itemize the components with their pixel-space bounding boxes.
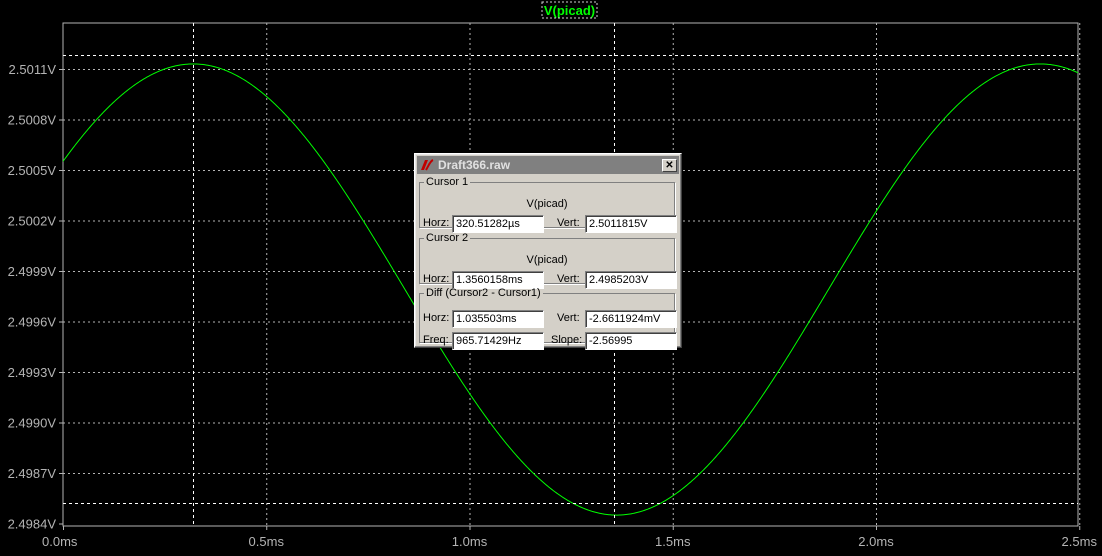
cursor2-horz-label: Horz: bbox=[423, 273, 450, 285]
cursor1-group: Cursor 1 V(picad) Horz: 320.51282µs Vert… bbox=[419, 176, 677, 233]
cursor1-horz-field[interactable]: 320.51282µs bbox=[452, 215, 544, 233]
diff-horz-label: Horz: bbox=[423, 312, 450, 324]
y-tick-label: 2.4984V bbox=[8, 517, 57, 532]
x-tick-label: 2.0ms bbox=[858, 534, 894, 549]
y-tick-label: 2.5005V bbox=[8, 163, 57, 178]
y-tick-label: 2.4999V bbox=[8, 264, 57, 279]
cursor2-trace: V(picad) bbox=[526, 254, 568, 266]
diff-group: Diff (Cursor2 - Cursor1) Horz: 1.035503m… bbox=[419, 287, 677, 350]
y-tick-label: 2.4993V bbox=[8, 365, 57, 380]
x-tick-label: 1.5ms bbox=[655, 534, 691, 549]
diff-slope-label: Slope: bbox=[551, 334, 583, 346]
y-tick-label: 2.4987V bbox=[8, 466, 57, 481]
y-tick-label: 2.5011V bbox=[9, 62, 57, 77]
diff-vert-field[interactable]: -2.6611924mV bbox=[585, 310, 677, 328]
dialog-titlebar[interactable]: Draft366.raw ✕ bbox=[417, 156, 679, 174]
cursor1-trace: V(picad) bbox=[526, 198, 568, 210]
close-button[interactable]: ✕ bbox=[662, 158, 677, 172]
cursor1-horz-label: Horz: bbox=[423, 217, 450, 229]
diff-vert-label: Vert: bbox=[557, 312, 580, 324]
diff-freq-label: Freq: bbox=[423, 334, 449, 346]
y-tick-label: 2.4990V bbox=[8, 416, 57, 431]
diff-slope-field[interactable]: -2.56995 bbox=[585, 332, 677, 350]
y-tick-label: 2.4996V bbox=[8, 315, 57, 330]
y-tick-label: 2.5002V bbox=[8, 214, 57, 229]
cursor1-vert-field[interactable]: 2.5011815V bbox=[585, 215, 677, 233]
x-tick-label: 1.0ms bbox=[452, 534, 488, 549]
dialog-title: Draft366.raw bbox=[438, 158, 511, 172]
cursor2-group: Cursor 2 V(picad) Horz: 1.3560158ms Vert… bbox=[419, 232, 677, 289]
x-tick-label: 2.5ms bbox=[1062, 534, 1098, 549]
cursor2-legend: Cursor 2 bbox=[426, 232, 469, 244]
cursor1-legend: Cursor 1 bbox=[426, 176, 469, 188]
ltspice-logo-icon bbox=[421, 159, 434, 171]
x-tick-label: 0.0ms bbox=[42, 534, 78, 549]
diff-horz-field[interactable]: 1.035503ms bbox=[452, 310, 544, 328]
cursor1-vert-label: Vert: bbox=[557, 217, 580, 229]
cursor-dialog[interactable]: Draft366.raw ✕ Cursor 1 V(picad) Horz: 3… bbox=[414, 153, 682, 350]
cursor2-vert-label: Vert: bbox=[557, 273, 580, 285]
diff-legend: Diff (Cursor2 - Cursor1) bbox=[426, 287, 541, 299]
trace-title-label[interactable]: V(picad) bbox=[541, 1, 598, 19]
diff-freq-field[interactable]: 965.71429Hz bbox=[452, 332, 544, 350]
y-tick-label: 2.5008V bbox=[8, 113, 57, 128]
trace-title: V(picad) bbox=[544, 3, 595, 18]
x-tick-label: 0.5ms bbox=[249, 534, 285, 549]
